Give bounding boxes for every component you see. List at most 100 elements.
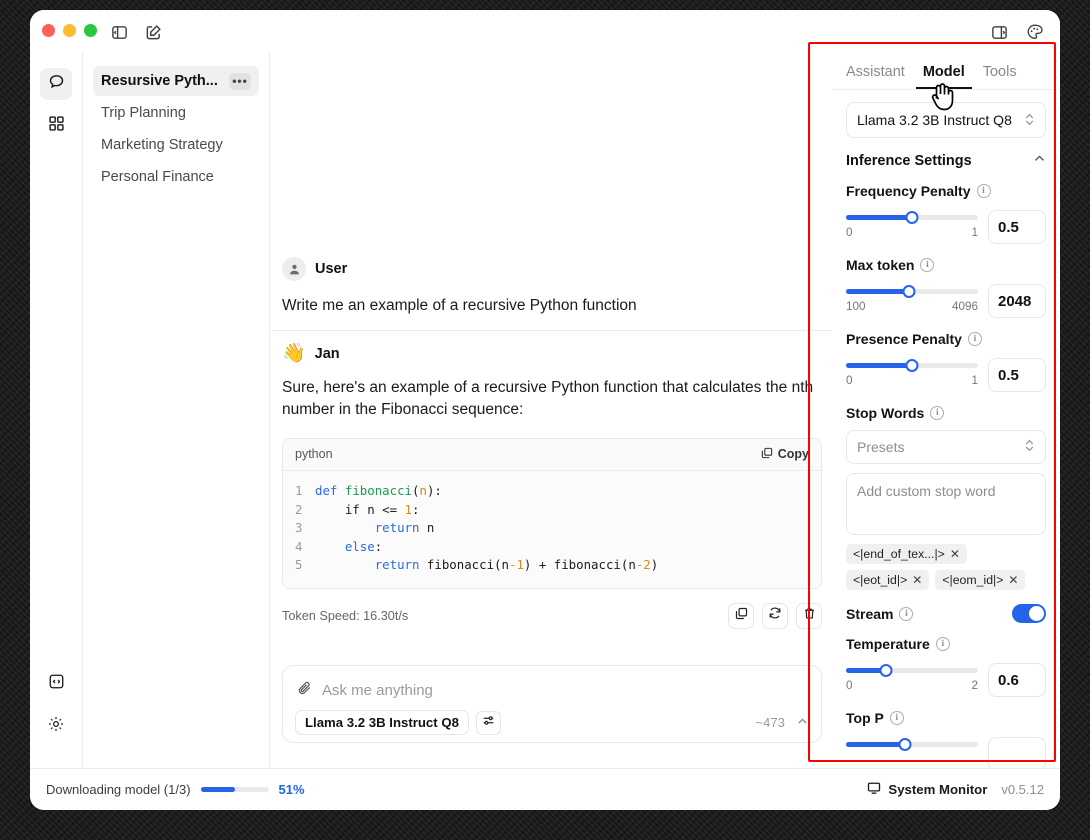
info-icon[interactable]: i — [967, 332, 982, 346]
copy-code-button[interactable]: Copy — [761, 447, 809, 462]
settings-sliders-button[interactable] — [475, 710, 501, 735]
slider-track[interactable] — [846, 284, 978, 298]
thread-item-1[interactable]: Trip Planning — [93, 98, 259, 128]
slider-thumb[interactable] — [879, 663, 893, 677]
token-speed: Token Speed: 16.30t/s — [282, 608, 409, 623]
regenerate-button[interactable] — [762, 602, 788, 629]
attachment-icon[interactable] — [297, 680, 313, 701]
chip-label: <|end_of_tex...|> — [853, 547, 945, 561]
download-progress-bar — [200, 787, 269, 792]
app-version: v0.5.12 — [1001, 782, 1044, 797]
setting-value-input[interactable]: 2048 — [988, 284, 1046, 318]
line-number: 2 — [295, 501, 303, 517]
delete-icon — [803, 607, 816, 625]
message-author: User — [315, 261, 348, 277]
thread-menu-icon[interactable]: ••• — [229, 72, 251, 90]
system-monitor-button[interactable]: System Monitor — [867, 781, 987, 798]
info-icon[interactable]: i — [920, 258, 935, 272]
close-button[interactable] — [42, 24, 55, 37]
panel-right-icon[interactable] — [988, 21, 1010, 43]
toggle-knob — [1029, 606, 1044, 621]
setting-label: Stop Words — [846, 405, 925, 421]
info-icon[interactable]: i — [976, 184, 991, 198]
inference-settings-header[interactable]: Inference Settings — [832, 138, 1060, 170]
wave-emoji-icon: 👋 — [282, 343, 306, 364]
message-text: Sure, here's an example of a recursive P… — [282, 379, 814, 419]
delete-button[interactable] — [796, 602, 822, 629]
stop-word-chips: <|end_of_tex...|> ✕ <|eot_id|> ✕ <|eom_i… — [846, 544, 1046, 590]
chevron-up-icon[interactable] — [796, 715, 809, 731]
close-icon[interactable]: ✕ — [1008, 573, 1018, 587]
panel-left-icon[interactable] — [108, 21, 130, 43]
setting-value-input[interactable]: 0.5 — [988, 358, 1046, 392]
chevron-updown-icon — [1024, 438, 1035, 456]
chevron-up-icon[interactable] — [1033, 152, 1046, 170]
slider-max: 4096 — [951, 300, 978, 313]
stop-word-chip[interactable]: <|eot_id|> ✕ — [846, 570, 930, 590]
setting-stop-words: Stop Words i Presets Add custom stop wor… — [832, 405, 1060, 590]
rail-item-chat[interactable] — [40, 68, 72, 100]
tab-assistant[interactable]: Assistant — [846, 62, 905, 89]
chat-icon — [47, 72, 66, 96]
maximize-button[interactable] — [84, 24, 97, 37]
minimize-button[interactable] — [63, 24, 76, 37]
slider-track[interactable] — [846, 737, 978, 751]
info-icon[interactable]: i — [930, 406, 945, 420]
close-icon[interactable]: ✕ — [950, 547, 960, 561]
code-language: python — [295, 447, 333, 462]
code-icon — [48, 673, 65, 695]
stop-words-presets-select[interactable]: Presets — [846, 430, 1046, 464]
setting-value-input[interactable]: 0.6 — [988, 663, 1046, 697]
palette-icon[interactable] — [1024, 21, 1046, 43]
slider-fill — [846, 363, 912, 368]
download-label: Downloading model (1/3) — [46, 782, 191, 797]
rail-item-code[interactable] — [40, 668, 72, 700]
composer-model-selector[interactable]: Llama 3.2 3B Instruct Q8 — [295, 710, 469, 735]
gear-icon — [47, 715, 65, 738]
slider-min: 0 — [846, 226, 853, 239]
slider-thumb[interactable] — [902, 284, 916, 298]
slider-track[interactable] — [846, 358, 978, 372]
chip-label: <|eom_id|> — [942, 573, 1004, 587]
stop-word-chip[interactable]: <|end_of_tex...|> ✕ — [846, 544, 967, 564]
chat-input[interactable]: Ask me anything — [322, 682, 433, 699]
compose-icon[interactable] — [142, 21, 164, 43]
monitor-icon — [867, 781, 881, 798]
stream-toggle[interactable] — [1012, 604, 1046, 623]
setting-value-input[interactable]: 0.5 — [988, 210, 1046, 244]
setting-value-input[interactable] — [988, 737, 1046, 768]
chip-label: <|eot_id|> — [853, 573, 908, 587]
window-controls — [42, 24, 97, 37]
mouse-cursor — [928, 78, 958, 112]
copy-message-button[interactable] — [728, 602, 754, 629]
title-bar — [30, 10, 1060, 52]
line-number: 4 — [295, 538, 303, 554]
line-number: 3 — [295, 520, 303, 536]
slider-thumb[interactable] — [905, 358, 919, 372]
thread-item-3[interactable]: Personal Finance — [93, 162, 259, 192]
tab-tools[interactable]: Tools — [983, 62, 1017, 89]
info-icon[interactable]: i — [935, 637, 950, 651]
slider-track[interactable] — [846, 210, 978, 224]
line-number: 1 — [295, 482, 303, 498]
info-icon[interactable]: i — [899, 606, 914, 621]
thread-list: Resursive Pyth... ••• Trip Planning Mark… — [82, 52, 270, 768]
info-icon[interactable]: i — [889, 711, 904, 725]
rail-item-apps[interactable] — [40, 110, 72, 142]
setting-label: Max token — [846, 257, 915, 273]
slider-fill — [846, 215, 912, 220]
slider-thumb[interactable] — [898, 737, 912, 751]
setting-top-p: Top P i — [832, 710, 1060, 768]
slider-thumb[interactable] — [905, 210, 919, 224]
custom-stop-word-input[interactable]: Add custom stop word — [846, 473, 1046, 535]
download-progress-fill — [200, 787, 236, 792]
thread-item-0[interactable]: Resursive Pyth... ••• — [93, 66, 259, 96]
thread-label: Trip Planning — [101, 105, 186, 121]
message-author: Jan — [314, 345, 340, 362]
stop-word-chip[interactable]: <|eom_id|> ✕ — [935, 570, 1026, 590]
token-count: ~473 — [755, 715, 785, 730]
rail-item-settings[interactable] — [40, 710, 72, 742]
close-icon[interactable]: ✕ — [912, 573, 922, 587]
slider-track[interactable] — [846, 663, 978, 677]
thread-item-2[interactable]: Marketing Strategy — [93, 130, 259, 160]
